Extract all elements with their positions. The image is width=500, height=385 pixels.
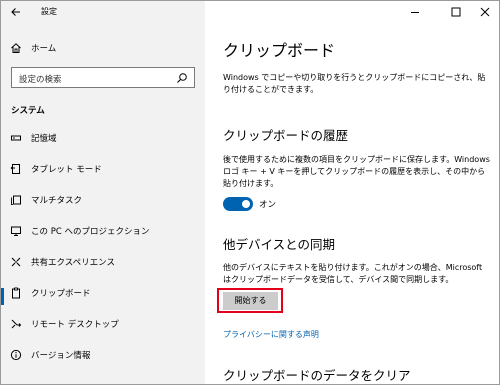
maximize-button[interactable] <box>448 4 464 18</box>
toggle-knob <box>242 200 250 208</box>
start-sync-button[interactable]: 開始する <box>223 292 278 310</box>
sidebar-item-clipboard[interactable]: クリップボード <box>1 282 205 304</box>
home-icon <box>11 43 21 53</box>
minimize-icon <box>411 12 419 13</box>
remote-desktop-icon <box>11 319 22 329</box>
close-icon <box>480 7 490 17</box>
sidebar-item-storage[interactable]: 記憶域 <box>1 127 205 149</box>
sidebar-item-label: マルチタスク <box>31 196 83 206</box>
sidebar-item-label: 共有エクスペリエンス <box>31 258 115 268</box>
sidebar: 設定 ホーム 設定の検索 システム 記憶域 タブレット モード マルチタスク こ… <box>1 1 205 384</box>
history-description: 後で使用するために複数の項目をクリップボードに保存します。Windows ロゴ … <box>223 155 490 188</box>
minimize-button[interactable] <box>407 4 423 18</box>
toggle-state-label: オン <box>259 200 277 210</box>
clear-heading: クリップボードのデータをクリア <box>223 368 411 383</box>
privacy-link[interactable]: プライバシーに関する声明 <box>223 329 319 340</box>
sidebar-item-label: 記憶域 <box>31 134 57 144</box>
back-arrow-icon <box>11 8 20 16</box>
sidebar-item-label: バージョン情報 <box>31 351 91 361</box>
back-button[interactable] <box>7 4 25 20</box>
sync-description: 他のデバイスにテキストを貼り付けます。これがオンの場合、Microsoft はク… <box>223 263 483 284</box>
sidebar-item-projection[interactable]: この PC へのプロジェクション <box>1 220 205 242</box>
sidebar-item-multitasking[interactable]: マルチタスク <box>1 189 205 211</box>
close-button[interactable] <box>477 4 493 18</box>
search-placeholder: 設定の検索 <box>19 75 62 85</box>
projection-icon <box>11 226 21 236</box>
shared-experiences-icon <box>11 257 21 267</box>
sidebar-item-home[interactable]: ホーム <box>1 37 205 59</box>
tablet-mode-icon <box>10 164 20 174</box>
maximize-icon <box>451 7 461 17</box>
history-toggle[interactable] <box>223 197 253 211</box>
sidebar-item-label: この PC へのプロジェクション <box>31 227 150 237</box>
sidebar-item-tablet-mode[interactable]: タブレット モード <box>1 158 205 180</box>
about-icon <box>10 349 22 361</box>
history-heading: クリップボードの履歴 <box>223 128 349 143</box>
section-title: システム <box>11 106 45 116</box>
page-title: クリップボード <box>223 41 336 60</box>
app-title: 設定 <box>41 7 57 16</box>
sidebar-item-label: クリップボード <box>31 289 91 299</box>
search-icon <box>177 73 187 83</box>
storage-icon <box>11 135 21 141</box>
main-content: クリップボード Windows でコピーや切り取りを行うとクリップボードにコピー… <box>205 1 499 384</box>
sidebar-item-about[interactable]: バージョン情報 <box>1 344 205 366</box>
sidebar-item-label: リモート デスクトップ <box>31 320 119 330</box>
sidebar-item-remote-desktop[interactable]: リモート デスクトップ <box>1 313 205 335</box>
intro-text: Windows でコピーや切り取りを行うとクリップボードにコピーされ、貼り付ける… <box>223 73 486 94</box>
multitasking-icon <box>11 195 21 205</box>
settings-window: 設定 ホーム 設定の検索 システム 記憶域 タブレット モード マルチタスク こ… <box>0 0 500 385</box>
sidebar-item-shared-experiences[interactable]: 共有エクスペリエンス <box>1 251 205 273</box>
search-input[interactable]: 設定の検索 <box>11 67 195 88</box>
clipboard-icon <box>12 287 20 299</box>
sidebar-item-label: タブレット モード <box>31 165 102 175</box>
sync-heading: 他デバイスとの同期 <box>223 237 336 252</box>
sidebar-item-label: ホーム <box>31 44 57 54</box>
